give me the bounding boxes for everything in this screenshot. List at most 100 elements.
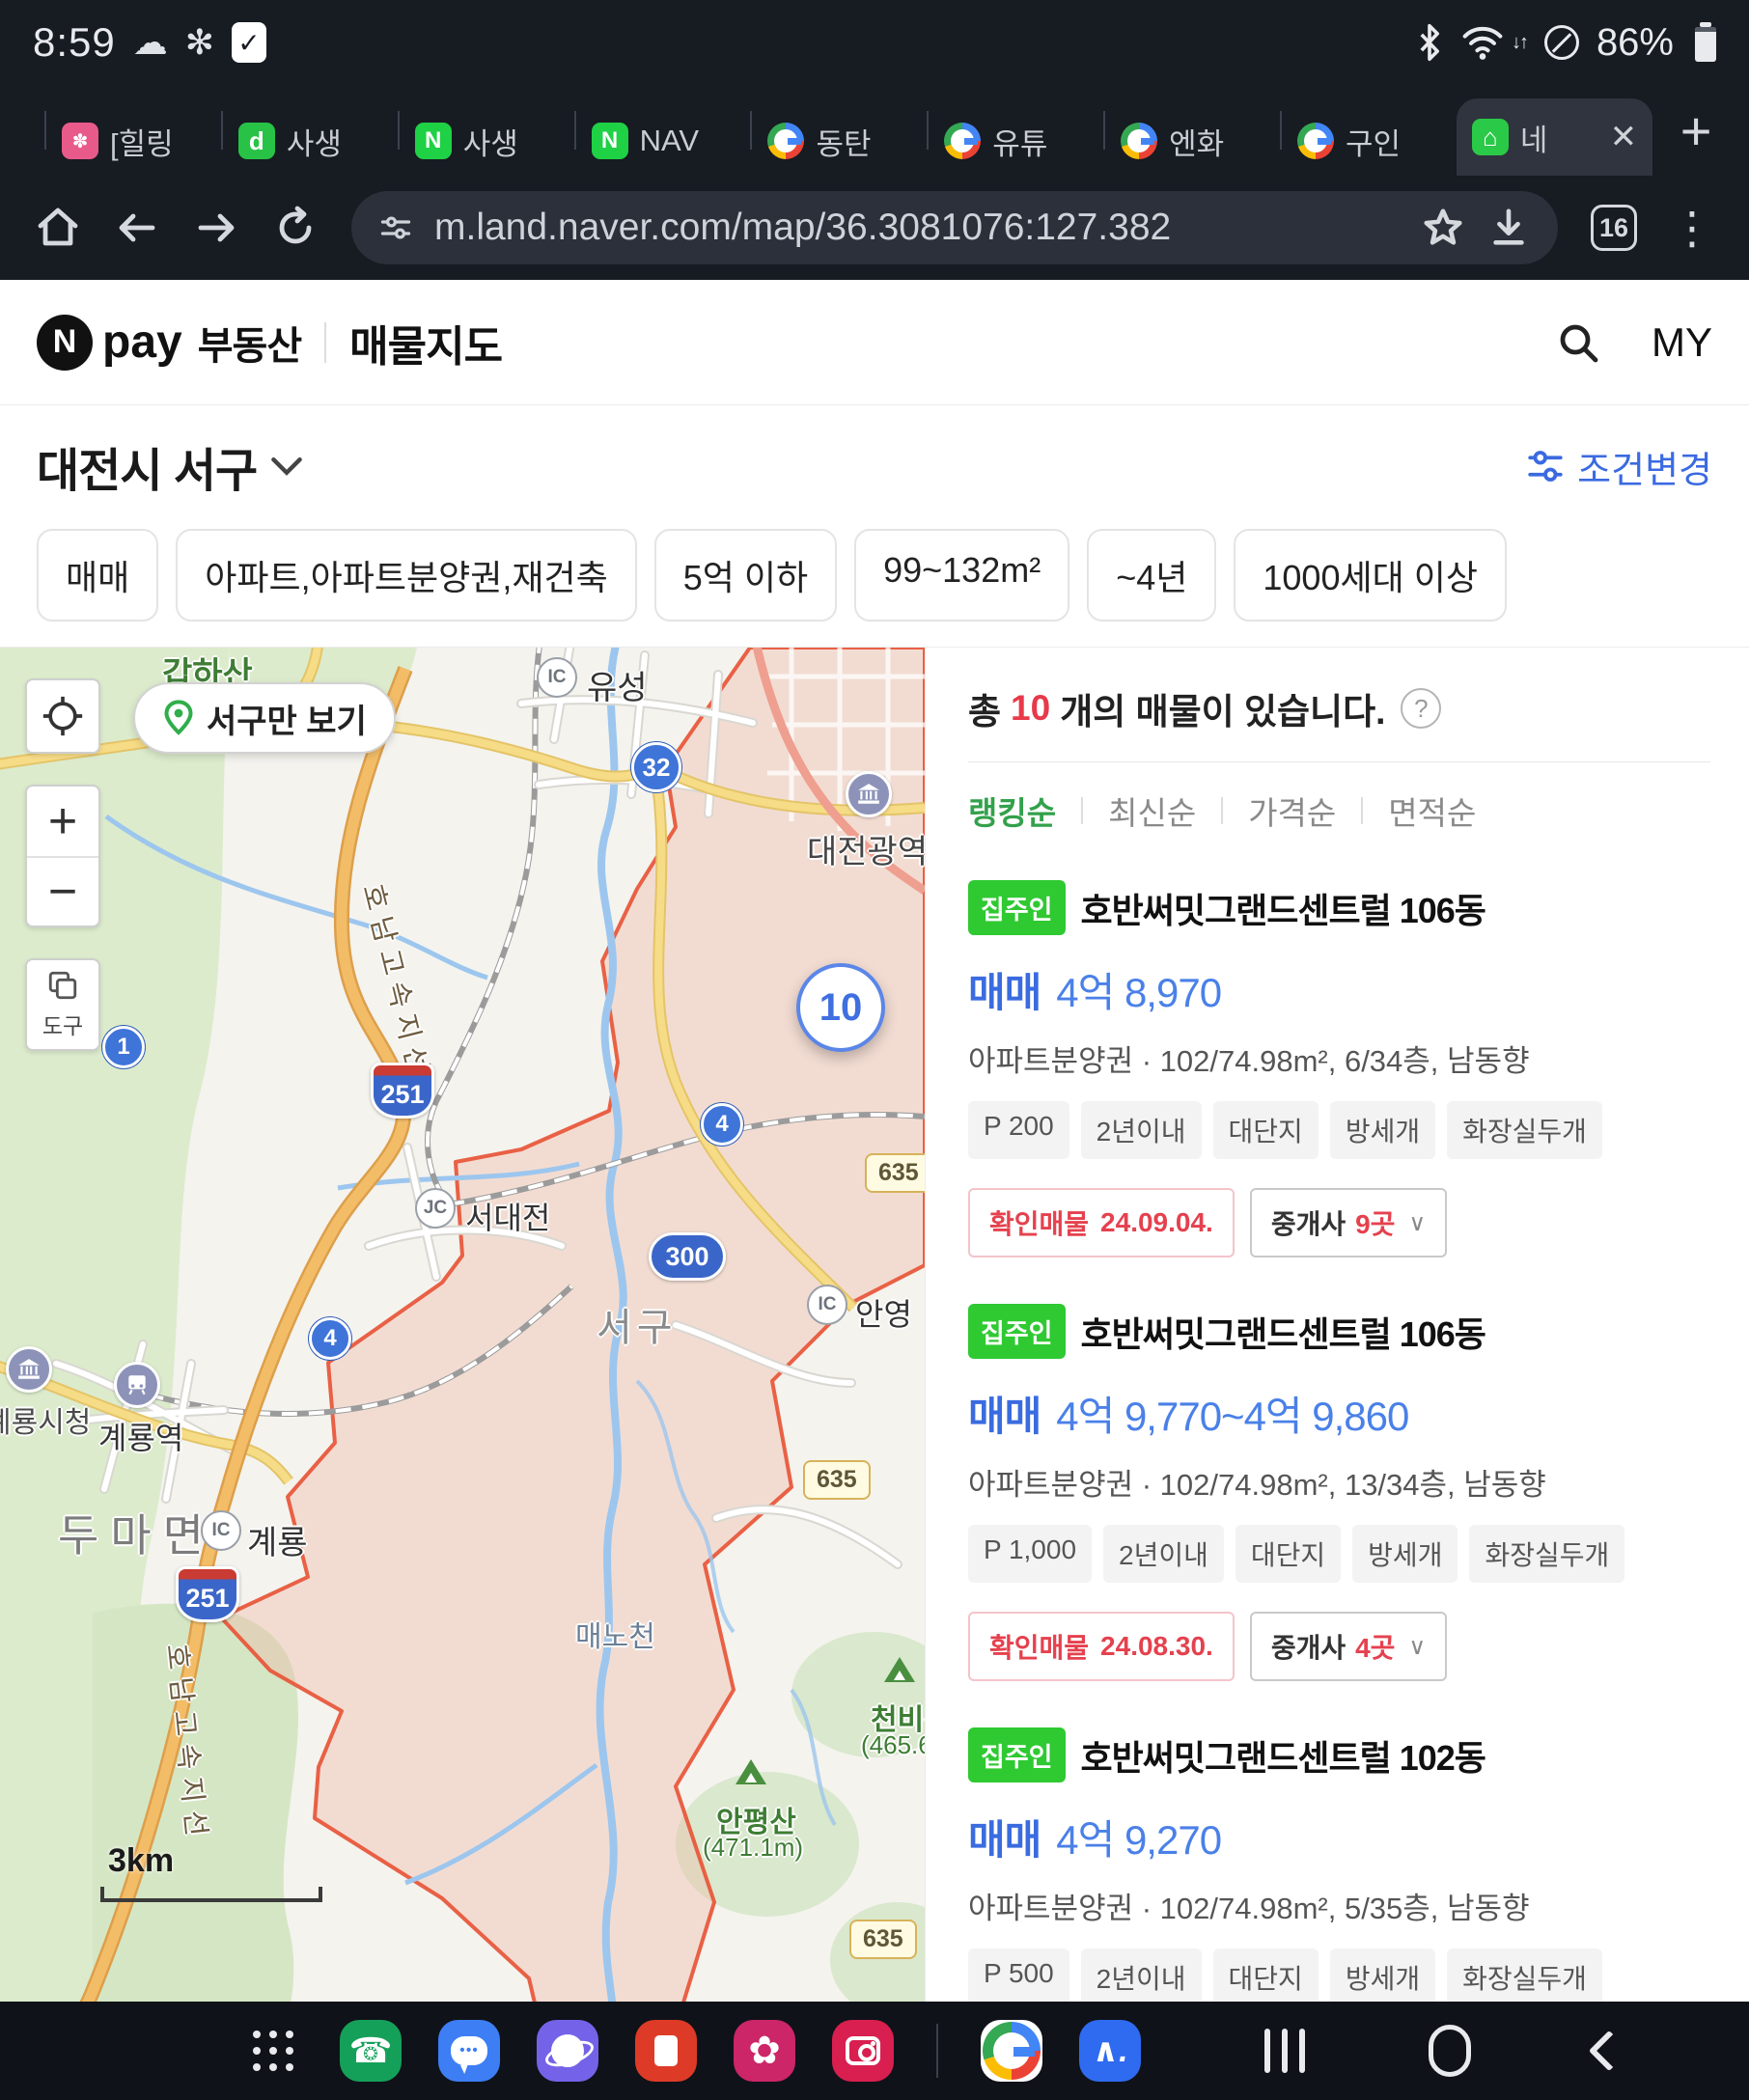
listing-title[interactable]: 호반써밋그랜드센트럴 106동 bbox=[1081, 1307, 1485, 1357]
map-jc-badge: JC bbox=[415, 1188, 456, 1229]
tab-healing[interactable]: ✽ [힐링 bbox=[46, 106, 221, 176]
filter-chip-households[interactable]: 1000세대 이상 bbox=[1234, 529, 1507, 622]
tab-count-button[interactable]: 16 bbox=[1591, 205, 1637, 251]
checkbox-notification-icon: ✓ bbox=[232, 22, 266, 63]
url-bar[interactable]: m.land.naver.com/map/36.3081076:127.382 bbox=[351, 191, 1558, 264]
messages-app-icon[interactable]: ••• bbox=[438, 2020, 500, 2082]
site-settings-icon[interactable] bbox=[378, 210, 413, 245]
filter-chip-age[interactable]: ~4년 bbox=[1087, 529, 1216, 622]
sort-bar: 랭킹순 최신순 가격순 면적순 bbox=[968, 761, 1710, 834]
help-icon[interactable]: ? bbox=[1401, 688, 1441, 729]
sort-price[interactable]: 가격순 bbox=[1248, 788, 1336, 834]
tab-naver[interactable]: N NAV bbox=[576, 106, 751, 176]
pay-logo-text[interactable]: pay bbox=[102, 316, 182, 369]
samsung-internet-app-icon[interactable] bbox=[537, 2020, 598, 2082]
naver-land-app-icon[interactable]: ∧. bbox=[1079, 2020, 1141, 2082]
listing-item[interactable]: 집주인 호반써밋그랜드센트럴 106동 매매4억 8,970 아파트분양권 · … bbox=[968, 880, 1710, 1257]
filter-chip-trade-type[interactable]: 매매 bbox=[37, 529, 158, 622]
app-drawer-icon[interactable] bbox=[253, 2031, 293, 2071]
sort-area[interactable]: 면적순 bbox=[1388, 788, 1476, 834]
my-menu[interactable]: MY bbox=[1652, 319, 1712, 366]
map-route-badge-1: 1 bbox=[102, 1026, 145, 1068]
filter-chip-area[interactable]: 99~132m² bbox=[854, 529, 1069, 622]
tab-favicon-naver-icon: N bbox=[415, 123, 452, 159]
page-title: 매물지도 bbox=[349, 312, 502, 373]
menu-kebab-icon[interactable]: ⋮ bbox=[1670, 206, 1714, 250]
chevron-down-icon: ∨ bbox=[1408, 1633, 1426, 1661]
realestate-section-label[interactable]: 부동산 bbox=[198, 315, 301, 371]
red-app-icon[interactable] bbox=[635, 2020, 697, 2082]
android-taskbar: ☎ ••• ✿ ∧. bbox=[0, 2002, 1749, 2100]
tab-dongtan[interactable]: 동탄 bbox=[752, 106, 927, 176]
map-route-badge-4: 4 bbox=[309, 1317, 351, 1360]
confirmed-listing-badge: 확인매물 24.09.04. bbox=[968, 1188, 1235, 1257]
recents-nav-button[interactable] bbox=[1264, 2029, 1305, 2073]
sliders-icon bbox=[1525, 446, 1566, 486]
map-cityhall-icon bbox=[6, 1346, 52, 1393]
bookmark-star-icon[interactable] bbox=[1421, 206, 1465, 250]
listing-tags: P 500 2년이내 대단지 방세개 화장실두개 bbox=[968, 1948, 1710, 2006]
zoom-in-button[interactable]: + bbox=[27, 787, 98, 856]
tab-privacy-n[interactable]: N 사생 bbox=[400, 106, 574, 176]
battery-percent: 86% bbox=[1596, 21, 1674, 65]
agents-dropdown[interactable]: 중개사 9곳 ∨ bbox=[1250, 1188, 1447, 1257]
tab-privacy-d[interactable]: d 사생 bbox=[223, 106, 398, 176]
home-nav-button[interactable] bbox=[1429, 2025, 1471, 2077]
listing-tags: P 1,000 2년이내 대단지 방세개 화장실두개 bbox=[968, 1525, 1710, 1583]
sort-newest[interactable]: 최신순 bbox=[1108, 788, 1196, 834]
filter-chip-price[interactable]: 5억 이하 bbox=[654, 529, 837, 622]
wifi-icon bbox=[1461, 23, 1504, 62]
owner-badge: 집주인 bbox=[968, 1727, 1066, 1782]
chevron-down-icon: ∨ bbox=[1408, 1209, 1426, 1237]
sort-ranking[interactable]: 랭킹순 bbox=[968, 788, 1056, 834]
current-location-button[interactable] bbox=[25, 678, 100, 754]
owner-badge: 집주인 bbox=[968, 880, 1066, 935]
url-text[interactable]: m.land.naver.com/map/36.3081076:127.382 bbox=[434, 207, 1400, 249]
map-tools-button[interactable]: 도구 bbox=[25, 958, 100, 1051]
listing-cluster-marker[interactable]: 10 bbox=[796, 963, 885, 1052]
tab-naver-land-active[interactable]: ⌂ 네 ✕ bbox=[1457, 98, 1652, 176]
listing-item[interactable]: 집주인 호반써밋그랜드센트럴 102동 매매4억 9,270 아파트분양권 · … bbox=[968, 1727, 1710, 2027]
tab-jobs[interactable]: 구인 bbox=[1282, 106, 1457, 176]
data-arrows-icon: ↓↑ bbox=[1512, 32, 1527, 54]
camera-social-app-icon[interactable] bbox=[832, 2020, 894, 2082]
phone-app-icon[interactable]: ☎ bbox=[340, 2020, 402, 2082]
tab-yen[interactable]: 엔화 bbox=[1105, 106, 1280, 176]
naver-logo[interactable]: N bbox=[37, 315, 93, 371]
tab-favicon-google-icon bbox=[1121, 123, 1157, 159]
layers-icon bbox=[46, 969, 79, 1002]
listing-item[interactable]: 집주인 호반써밋그랜드센트럴 106동 매매4억 9,770~4억 9,860 … bbox=[968, 1304, 1710, 1681]
listing-title[interactable]: 호반써밋그랜드센트럴 106동 bbox=[1081, 883, 1485, 933]
tab-youtube-search[interactable]: 유튜 bbox=[929, 106, 1103, 176]
district-only-toggle[interactable]: 서구만 보기 bbox=[133, 682, 396, 754]
cloud-icon: ☁ bbox=[133, 22, 168, 63]
google-app-icon[interactable] bbox=[981, 2020, 1042, 2082]
tab-favicon-home-icon: ⌂ bbox=[1472, 119, 1509, 155]
tab-close-icon[interactable]: ✕ bbox=[1610, 118, 1638, 156]
region-selector[interactable]: 대전시 서구 bbox=[37, 432, 303, 500]
zoom-controls: + − bbox=[25, 785, 100, 927]
zoom-out-button[interactable]: − bbox=[27, 856, 98, 926]
home-button[interactable] bbox=[35, 205, 81, 251]
forward-button[interactable] bbox=[193, 205, 239, 251]
results-count: 10 bbox=[1011, 688, 1050, 729]
new-tab-button[interactable]: + bbox=[1652, 99, 1739, 162]
search-icon[interactable] bbox=[1555, 319, 1601, 366]
map[interactable]: 갑하산 (468.7m) IC 유성 32 대전광역시 호남고속지선 1 251… bbox=[0, 648, 925, 2028]
tab-cut-left[interactable] bbox=[10, 106, 44, 176]
mountain-peak-icon bbox=[736, 1759, 766, 1784]
map-route-shield-251: 251 bbox=[176, 1566, 239, 1622]
download-icon[interactable] bbox=[1486, 206, 1531, 250]
gallery-flower-app-icon[interactable]: ✿ bbox=[734, 2020, 795, 2082]
listing-title[interactable]: 호반써밋그랜드센트럴 102동 bbox=[1081, 1730, 1485, 1781]
filter-chip-property-type[interactable]: 아파트,아파트분양권,재건축 bbox=[176, 529, 636, 622]
back-button[interactable] bbox=[114, 205, 160, 251]
change-conditions-button[interactable]: 조건변경 bbox=[1525, 440, 1712, 493]
map-label-district: 서구 bbox=[597, 1296, 678, 1352]
tab-favicon-market-icon: ✽ bbox=[62, 123, 98, 159]
back-nav-button[interactable] bbox=[1589, 2031, 1629, 2071]
reload-button[interactable] bbox=[272, 205, 319, 251]
tab-favicon-naver-icon: N bbox=[592, 123, 628, 159]
listings-panel: 총 10 개의 매물이 있습니다. ? 랭킹순 최신순 가격순 면적순 집주인 … bbox=[925, 648, 1749, 2027]
agents-dropdown[interactable]: 중개사 4곳 ∨ bbox=[1250, 1612, 1447, 1681]
